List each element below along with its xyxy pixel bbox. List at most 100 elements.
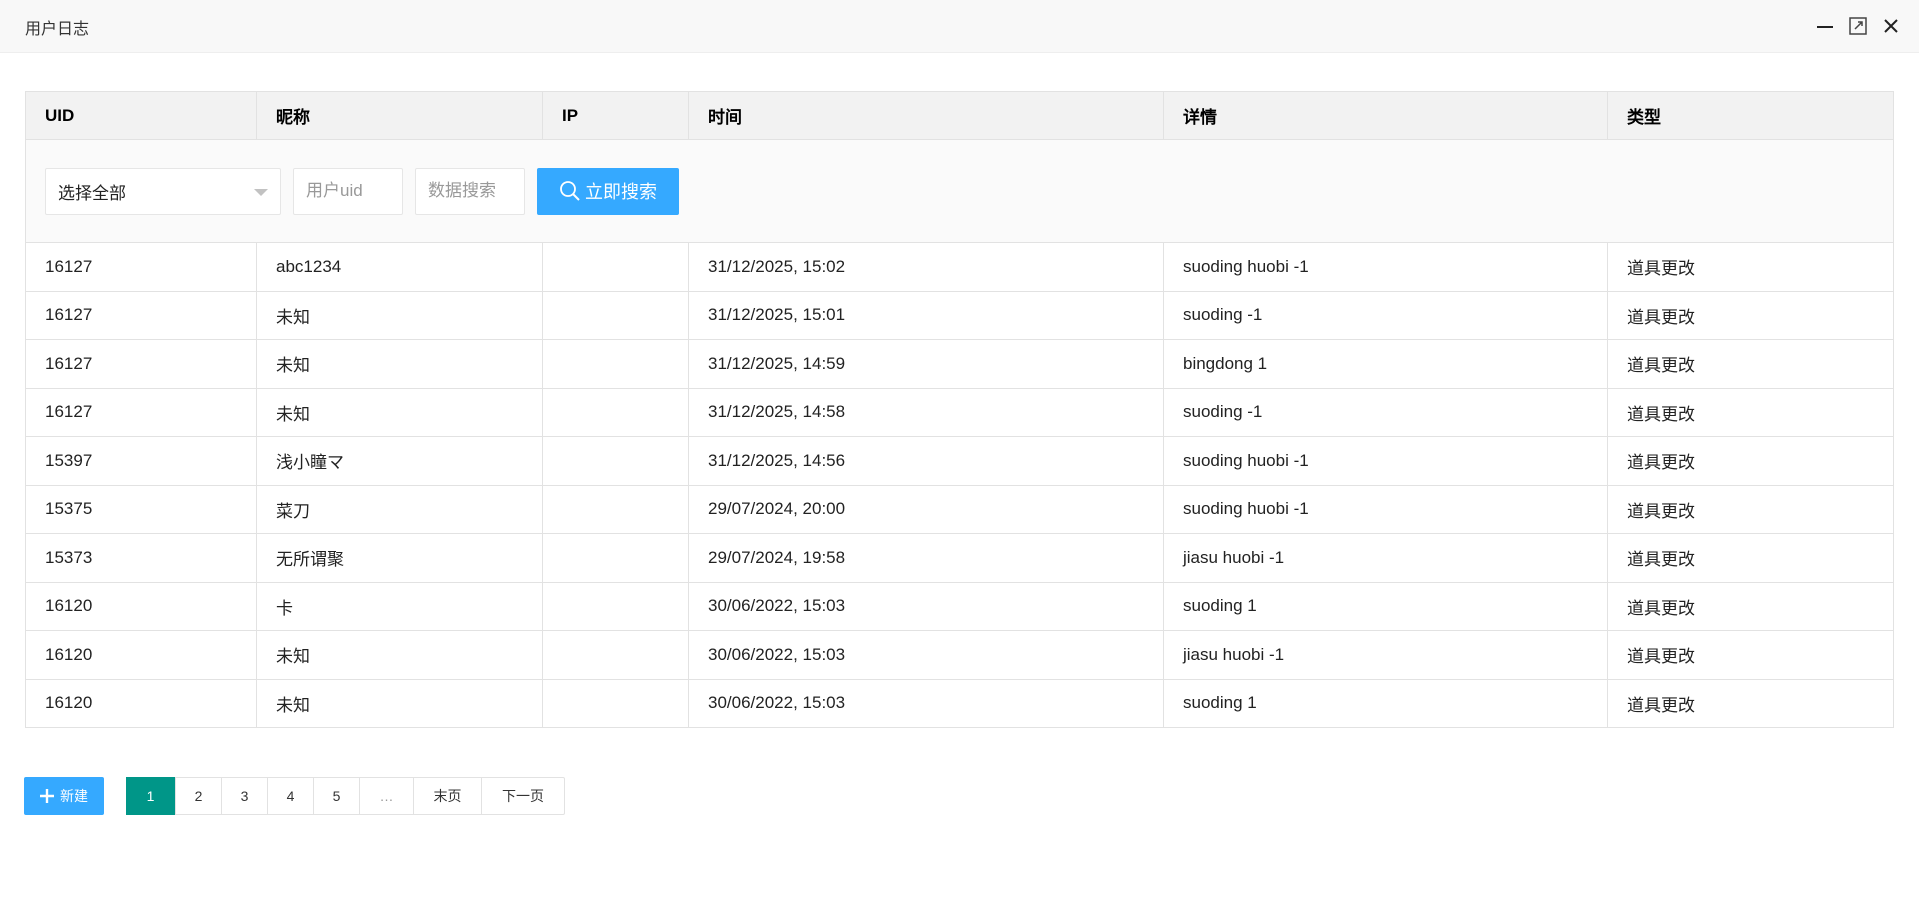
page-2[interactable]: 2: [175, 778, 221, 814]
cell-type: 道具更改: [1607, 339, 1894, 389]
cell-ip: [542, 436, 689, 486]
table-row: 16127 未知 31/12/2025, 14:59 bingdong 1 道具更改: [25, 339, 1894, 389]
close-icon[interactable]: [1879, 14, 1903, 38]
select-value: 选择全部: [58, 183, 126, 203]
cell-nickname: abc1234: [256, 242, 543, 292]
cell-nickname: 无所谓聚: [256, 533, 543, 583]
cell-details: bingdong 1: [1163, 339, 1608, 389]
cell-time: 31/12/2025, 14:56: [688, 436, 1164, 486]
page-3[interactable]: 3: [221, 778, 267, 814]
filter-row: 选择全部 立即搜索: [25, 139, 1894, 243]
cell-ip: [542, 290, 689, 340]
cell-ip: [542, 630, 689, 680]
cell-nickname: 浅小瞳マ: [256, 436, 543, 486]
cell-uid: 16127: [25, 242, 257, 292]
new-button[interactable]: 新建: [24, 777, 104, 815]
cell-time: 31/12/2025, 14:58: [688, 387, 1164, 437]
header-uid: UID: [25, 91, 257, 140]
cell-ip: [542, 387, 689, 437]
cell-uid: 16120: [25, 678, 257, 728]
cell-details: jiasu huobi -1: [1163, 533, 1608, 583]
header-details: 详情: [1163, 91, 1608, 140]
table-row: 16120 未知 30/06/2022, 15:03 jiasu huobi -1 道具…: [25, 630, 1894, 680]
plus-icon: [40, 789, 54, 803]
search-label: 立即搜索: [585, 182, 657, 202]
cell-uid: 16120: [25, 630, 257, 680]
cell-nickname: 未知: [256, 630, 543, 680]
cell-type: 道具更改: [1607, 242, 1894, 292]
table-row: 16120 卡 30/06/2022, 15:03 suoding 1 道具更改: [25, 581, 1894, 631]
cell-uid: 16127: [25, 290, 257, 340]
page-ellipsis: …: [359, 778, 413, 814]
minimize-icon[interactable]: [1813, 14, 1837, 38]
maximize-icon[interactable]: [1846, 14, 1870, 38]
next-page-button[interactable]: 下一页: [481, 778, 564, 814]
cell-type: 道具更改: [1607, 581, 1894, 631]
cell-time: 30/06/2022, 15:03: [688, 678, 1164, 728]
cell-ip: [542, 678, 689, 728]
search-button[interactable]: 立即搜索: [537, 167, 679, 215]
cell-uid: 15375: [25, 484, 257, 534]
page-4[interactable]: 4: [267, 778, 313, 814]
cell-uid: 16127: [25, 387, 257, 437]
cell-ip: [542, 581, 689, 631]
page-5[interactable]: 5: [313, 778, 359, 814]
cell-details: suoding 1: [1163, 581, 1608, 631]
header-time: 时间: [688, 91, 1164, 140]
table-row: 16127 abc1234 31/12/2025, 15:02 suoding huo…: [25, 242, 1894, 292]
cell-details: suoding huobi -1: [1163, 484, 1608, 534]
cell-type: 道具更改: [1607, 630, 1894, 680]
cell-details: suoding -1: [1163, 387, 1608, 437]
last-page-button[interactable]: 末页: [413, 778, 481, 814]
table-row: 16127 未知 31/12/2025, 15:01 suoding -1 道具更改: [25, 290, 1894, 340]
page-1[interactable]: 1: [126, 777, 175, 815]
cell-type: 道具更改: [1607, 436, 1894, 486]
cell-time: 29/07/2024, 20:00: [688, 484, 1164, 534]
window-title: 用户日志: [25, 21, 90, 38]
cell-uid: 15373: [25, 533, 257, 583]
type-select[interactable]: 选择全部: [45, 167, 281, 215]
cell-uid: 16127: [25, 339, 257, 389]
cell-time: 30/06/2022, 15:03: [688, 581, 1164, 631]
cell-time: 29/07/2024, 19:58: [688, 533, 1164, 583]
cell-nickname: 菜刀: [256, 484, 543, 534]
header-type: 类型: [1607, 91, 1894, 140]
table-row: 15373 无所谓聚 29/07/2024, 19:58 jiasu huobi -1…: [25, 533, 1894, 583]
table-row: 16120 未知 30/06/2022, 15:03 suoding 1 道具更改: [25, 678, 1894, 728]
cell-details: suoding huobi -1: [1163, 436, 1608, 486]
cell-ip: [542, 339, 689, 389]
cell-type: 道具更改: [1607, 678, 1894, 728]
log-table: UID 昵称 IP 时间 详情 类型 选择全部 立即搜索 16127abc123…: [25, 91, 1894, 728]
cell-time: 31/12/2025, 15:02: [688, 242, 1164, 292]
cell-type: 道具更改: [1607, 484, 1894, 534]
table-header: UID 昵称 IP 时间 详情 类型: [25, 91, 1894, 140]
cell-ip: [542, 242, 689, 292]
chevron-down-icon: [254, 188, 268, 196]
cell-type: 道具更改: [1607, 387, 1894, 437]
cell-nickname: 未知: [256, 387, 543, 437]
table-row: 15375 菜刀 29/07/2024, 20:00 suoding huobi -1…: [25, 484, 1894, 534]
table-row: 16127 未知 31/12/2025, 14:58 suoding -1 道具更改: [25, 387, 1894, 437]
uid-input[interactable]: [293, 167, 403, 215]
cell-time: 31/12/2025, 15:01: [688, 290, 1164, 340]
cell-details: jiasu huobi -1: [1163, 630, 1608, 680]
cell-uid: 16120: [25, 581, 257, 631]
title-bar: 用户日志: [0, 0, 1919, 53]
cell-type: 道具更改: [1607, 533, 1894, 583]
cell-details: suoding -1: [1163, 290, 1608, 340]
search-icon: [560, 181, 580, 201]
cell-uid: 15397: [25, 436, 257, 486]
new-label: 新建: [60, 788, 88, 804]
cell-type: 道具更改: [1607, 290, 1894, 340]
cell-nickname: 卡: [256, 581, 543, 631]
cell-nickname: 未知: [256, 339, 543, 389]
cell-nickname: 未知: [256, 290, 543, 340]
data-search-input[interactable]: [415, 167, 525, 215]
cell-ip: [542, 484, 689, 534]
cell-details: suoding huobi -1: [1163, 242, 1608, 292]
cell-time: 31/12/2025, 14:59: [688, 339, 1164, 389]
cell-details: suoding 1: [1163, 678, 1608, 728]
table-row: 15397 浅小瞳マ 31/12/2025, 14:56 suoding huobi …: [25, 436, 1894, 486]
header-ip: IP: [542, 91, 689, 140]
cell-nickname: 未知: [256, 678, 543, 728]
